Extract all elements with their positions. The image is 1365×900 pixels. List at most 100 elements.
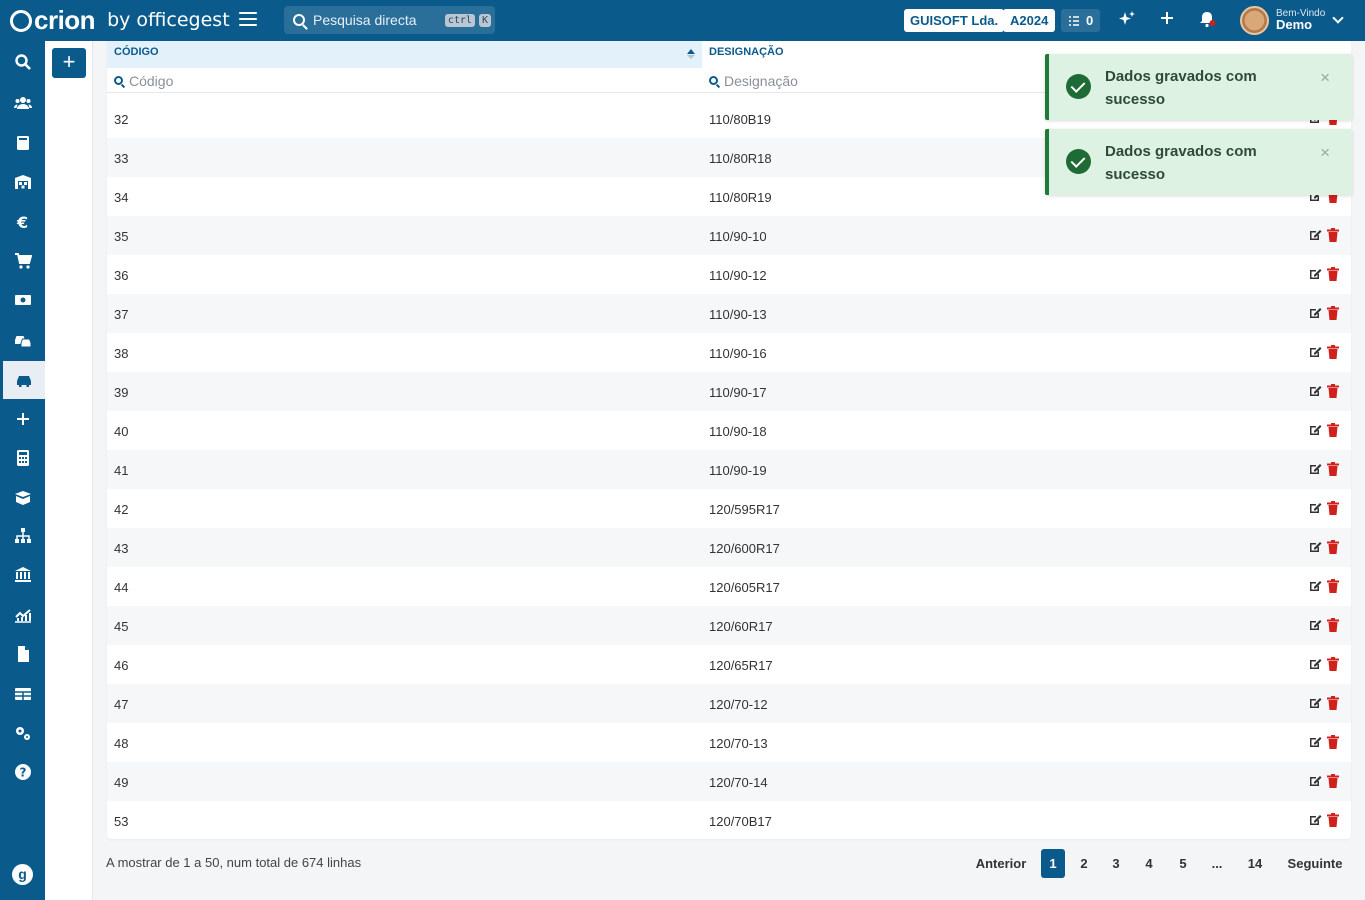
sidebar-cogs-icon[interactable] bbox=[0, 714, 45, 752]
sidebar-cars-icon[interactable] bbox=[0, 321, 45, 359]
delete-trash-icon[interactable] bbox=[1327, 384, 1339, 398]
cell-designacao: 120/595R17 bbox=[709, 502, 780, 517]
delete-trash-icon[interactable] bbox=[1327, 540, 1339, 554]
edit-icon[interactable] bbox=[1308, 462, 1322, 476]
edit-icon[interactable] bbox=[1308, 267, 1322, 281]
sidebar-document-icon[interactable] bbox=[0, 635, 45, 673]
sidebar-box-icon[interactable] bbox=[0, 478, 45, 516]
delete-trash-icon[interactable] bbox=[1327, 774, 1339, 788]
table-row[interactable]: 40 110/90-18 bbox=[107, 411, 1351, 450]
edit-icon[interactable] bbox=[1308, 813, 1322, 827]
table-row[interactable]: 47 120/70-12 bbox=[107, 684, 1351, 723]
pagination-previous[interactable]: Anterior bbox=[974, 849, 1028, 878]
add-record-button[interactable]: + bbox=[52, 48, 86, 78]
menu-toggle-icon[interactable] bbox=[239, 12, 257, 28]
delete-trash-icon[interactable] bbox=[1327, 423, 1339, 437]
pagination-page-1[interactable]: 1 bbox=[1041, 849, 1065, 878]
table-row[interactable]: 42 120/595R17 bbox=[107, 489, 1351, 528]
table-row[interactable]: 36 110/90-12 bbox=[107, 255, 1351, 294]
table-row[interactable]: 53 120/70B17 bbox=[107, 801, 1351, 839]
edit-icon[interactable] bbox=[1308, 423, 1322, 437]
pagination-page-14[interactable]: 14 bbox=[1242, 849, 1268, 878]
pagination-next[interactable]: Seguinte bbox=[1285, 849, 1345, 878]
delete-trash-icon[interactable] bbox=[1327, 579, 1339, 593]
delete-trash-icon[interactable] bbox=[1327, 228, 1339, 242]
tasks-button[interactable]: 0 bbox=[1061, 9, 1101, 32]
edit-icon[interactable] bbox=[1308, 306, 1322, 320]
filter-codigo-input[interactable]: Código bbox=[107, 68, 702, 93]
sidebar-chart-icon[interactable] bbox=[0, 596, 45, 634]
sidebar-sitemap-icon[interactable] bbox=[0, 517, 45, 555]
table-row[interactable]: 43 120/600R17 bbox=[107, 528, 1351, 567]
sidebar-bank-icon[interactable] bbox=[0, 556, 45, 594]
edit-icon[interactable] bbox=[1308, 345, 1322, 359]
edit-icon[interactable] bbox=[1308, 540, 1322, 554]
close-icon[interactable]: × bbox=[1320, 143, 1330, 163]
cell-designacao: 120/70-12 bbox=[709, 697, 768, 712]
sidebar-book-icon[interactable] bbox=[0, 124, 45, 162]
delete-trash-icon[interactable] bbox=[1327, 462, 1339, 476]
delete-trash-icon[interactable] bbox=[1327, 501, 1339, 515]
ai-sparkle-icon[interactable] bbox=[1117, 10, 1137, 30]
sidebar-plus-icon[interactable] bbox=[0, 400, 45, 438]
delete-trash-icon[interactable] bbox=[1327, 696, 1339, 710]
chevron-down-icon[interactable] bbox=[1332, 12, 1344, 24]
table-row[interactable]: 37 110/90-13 bbox=[107, 294, 1351, 333]
table-row[interactable]: 45 120/60R17 bbox=[107, 606, 1351, 645]
table-row[interactable]: 49 120/70-14 bbox=[107, 762, 1351, 801]
company-selector[interactable]: GUISOFT Lda. bbox=[904, 9, 1005, 32]
table-row[interactable]: 39 110/90-17 bbox=[107, 372, 1351, 411]
sidebar-euro-icon[interactable]: € bbox=[0, 203, 45, 241]
edit-icon[interactable] bbox=[1308, 735, 1322, 749]
edit-icon[interactable] bbox=[1308, 618, 1322, 632]
table-row[interactable]: 38 110/90-16 bbox=[107, 333, 1351, 372]
edit-icon[interactable] bbox=[1308, 657, 1322, 671]
sidebar-car-icon[interactable] bbox=[0, 361, 45, 399]
pagination-page-3[interactable]: 3 bbox=[1104, 849, 1128, 878]
delete-trash-icon[interactable] bbox=[1327, 345, 1339, 359]
sidebar-cart-icon[interactable] bbox=[0, 242, 45, 280]
search-placeholder: Pesquisa directa bbox=[313, 12, 417, 28]
notifications-bell-icon[interactable] bbox=[1197, 10, 1217, 30]
add-new-icon[interactable] bbox=[1157, 10, 1177, 30]
table-row[interactable]: 35 110/90-10 bbox=[107, 216, 1351, 255]
delete-trash-icon[interactable] bbox=[1327, 267, 1339, 281]
edit-icon[interactable] bbox=[1308, 228, 1322, 242]
column-header-codigo[interactable]: CÓDIGO bbox=[107, 41, 702, 68]
table-row[interactable]: 41 110/90-19 bbox=[107, 450, 1351, 489]
edit-icon[interactable] bbox=[1308, 696, 1322, 710]
cell-designacao: 120/70B17 bbox=[709, 814, 772, 829]
edit-icon[interactable] bbox=[1308, 579, 1322, 593]
pagination-page-5[interactable]: 5 bbox=[1171, 849, 1195, 878]
user-avatar[interactable] bbox=[1240, 6, 1269, 35]
delete-trash-icon[interactable] bbox=[1327, 306, 1339, 320]
delete-trash-icon[interactable] bbox=[1327, 813, 1339, 827]
pagination-page-2[interactable]: 2 bbox=[1072, 849, 1096, 878]
sidebar-search-icon[interactable] bbox=[0, 43, 45, 81]
sidebar-money-icon[interactable] bbox=[0, 281, 45, 319]
edit-icon[interactable] bbox=[1308, 774, 1322, 788]
table-row[interactable]: 44 120/605R17 bbox=[107, 567, 1351, 606]
table-row[interactable]: 48 120/70-13 bbox=[107, 723, 1351, 762]
fiscal-year-selector[interactable]: A2024 bbox=[1003, 9, 1056, 32]
sidebar-table-icon[interactable] bbox=[0, 675, 45, 713]
sidebar-brand-logo[interactable]: g bbox=[12, 864, 33, 885]
sidebar-calculator-icon[interactable] bbox=[0, 439, 45, 477]
edit-icon[interactable] bbox=[1308, 384, 1322, 398]
cell-codigo: 46 bbox=[114, 658, 129, 673]
delete-trash-icon[interactable] bbox=[1327, 618, 1339, 632]
cell-designacao: 110/90-12 bbox=[709, 268, 767, 283]
close-icon[interactable]: × bbox=[1320, 68, 1330, 88]
sidebar-warehouse-icon[interactable] bbox=[0, 163, 45, 201]
user-greeting[interactable]: Bem-Vindo Demo bbox=[1276, 8, 1325, 31]
quick-search-input[interactable]: Pesquisa directa ctrl K bbox=[284, 6, 495, 34]
delete-trash-icon[interactable] bbox=[1327, 657, 1339, 671]
app-logo[interactable]: crion by officegest bbox=[10, 5, 230, 35]
sidebar-users-icon[interactable] bbox=[0, 84, 45, 122]
sidebar-help-icon[interactable]: ? bbox=[0, 753, 45, 791]
logo-by-officegest: by officegest bbox=[107, 9, 230, 31]
delete-trash-icon[interactable] bbox=[1327, 735, 1339, 749]
edit-icon[interactable] bbox=[1308, 501, 1322, 515]
pagination-page-4[interactable]: 4 bbox=[1137, 849, 1161, 878]
table-row[interactable]: 46 120/65R17 bbox=[107, 645, 1351, 684]
